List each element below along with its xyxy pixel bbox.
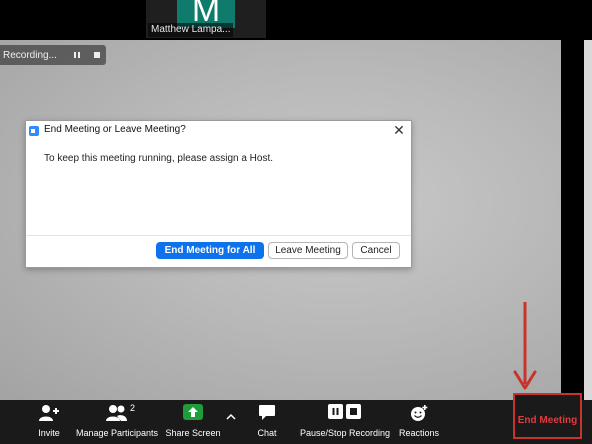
participant-thumbnail[interactable]: M Matthew Lampa...: [146, 0, 266, 38]
chat-label: Chat: [257, 428, 277, 438]
share-screen-label: Share Screen: [165, 428, 221, 438]
pause-stop-recording-button[interactable]: Pause/Stop Recording: [300, 400, 390, 444]
participants-icon: [106, 405, 127, 421]
stop-recording-icon[interactable]: [89, 47, 105, 63]
share-screen-button[interactable]: Share Screen: [165, 400, 221, 444]
end-meeting-button[interactable]: End Meeting: [513, 393, 582, 439]
manage-participants-button[interactable]: 2 Manage Participants: [76, 400, 158, 444]
dialog-titlebar: End Meeting or Leave Meeting? ✕: [26, 121, 411, 141]
cancel-button[interactable]: Cancel: [352, 242, 400, 259]
leave-meeting-button[interactable]: Leave Meeting: [268, 242, 348, 259]
recording-label: Recording...: [3, 49, 57, 61]
add-person-icon: [39, 405, 59, 421]
dialog-message: To keep this meeting running, please ass…: [44, 153, 274, 164]
dialog-title: End Meeting or Leave Meeting?: [44, 124, 186, 135]
recording-indicator: Recording...: [0, 45, 106, 65]
invite-button[interactable]: Invite: [28, 400, 70, 444]
annotation-arrow-icon: [513, 302, 537, 390]
participants-count-badge: 2: [130, 403, 136, 413]
zoom-meeting-window: M Matthew Lampa... Recording... End Meet…: [0, 0, 592, 444]
chat-button[interactable]: Chat: [247, 400, 287, 444]
zoom-app-icon: [29, 126, 39, 136]
reactions-label: Reactions: [398, 428, 440, 438]
meeting-toolbar: Invite 2 Manage Participants Share Scree…: [0, 400, 592, 444]
end-meeting-label: End Meeting: [517, 415, 578, 426]
end-meeting-for-all-button[interactable]: End Meeting for All: [156, 242, 264, 259]
close-icon[interactable]: ✕: [391, 122, 407, 138]
end-meeting-dialog: End Meeting or Leave Meeting? ✕ To keep …: [25, 120, 412, 268]
chat-icon: [259, 405, 275, 420]
window-edge: [584, 40, 592, 400]
reactions-button[interactable]: Reactions: [396, 400, 442, 444]
chevron-up-icon: [226, 413, 236, 420]
share-options-button[interactable]: [223, 400, 239, 444]
pause-stop-recording-icon: [328, 404, 361, 419]
share-screen-icon: [183, 404, 203, 420]
pause-stop-recording-label: Pause/Stop Recording: [300, 428, 391, 438]
dialog-divider: [26, 235, 411, 236]
manage-participants-label: Manage Participants: [76, 428, 159, 438]
pause-recording-icon[interactable]: [69, 47, 85, 63]
participant-name: Matthew Lampa...: [148, 23, 234, 37]
invite-label: Invite: [38, 428, 60, 438]
reactions-icon: [411, 405, 428, 421]
